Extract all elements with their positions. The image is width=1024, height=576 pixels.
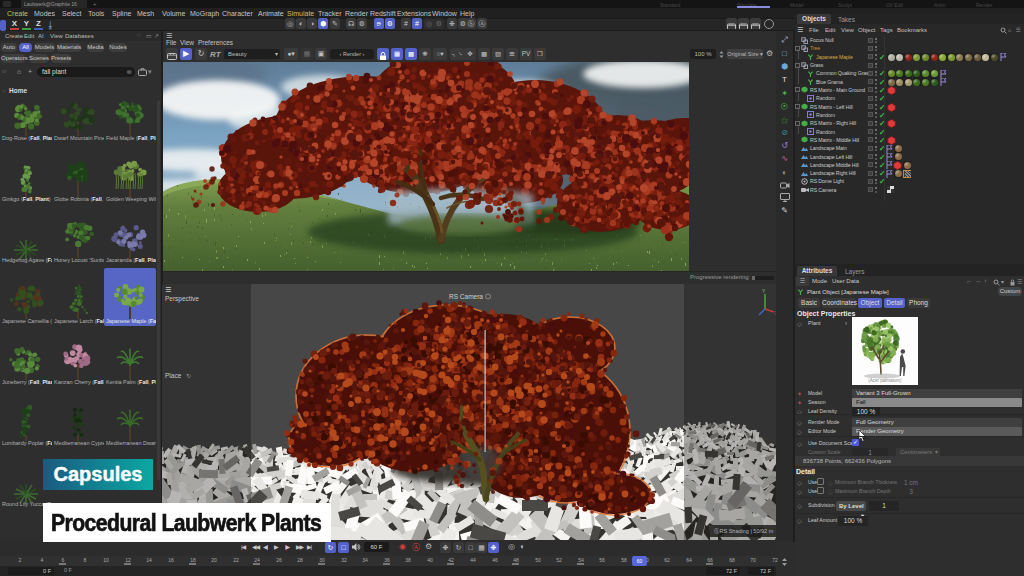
svg-text:☰: ☰ bbox=[165, 286, 171, 293]
svg-text:Place: Place bbox=[165, 372, 182, 379]
svg-text:ⓈRS Shading | 50/92 m: ⓈRS Shading | 50/92 m bbox=[714, 528, 774, 534]
svg-text:(Acer palmatum): (Acer palmatum) bbox=[868, 378, 902, 383]
svg-text:↻: ↻ bbox=[186, 373, 191, 379]
svg-text:Perspective: Perspective bbox=[165, 295, 199, 303]
svg-text:RS Camera: RS Camera bbox=[449, 293, 483, 300]
